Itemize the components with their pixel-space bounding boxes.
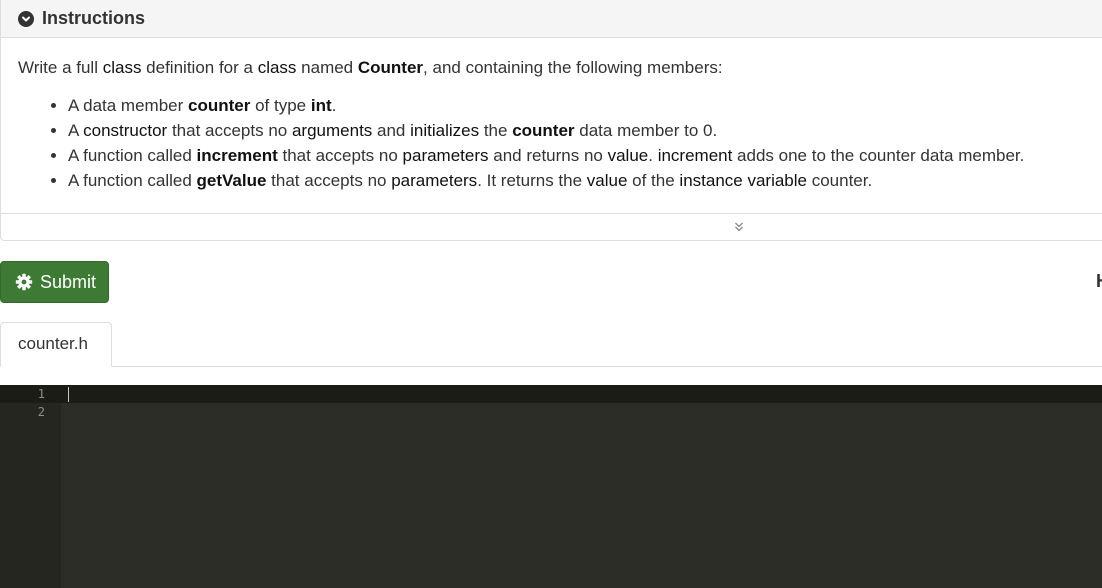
instructions-body: Write a full class definition for a clas… — [1, 38, 1102, 214]
keyword-link[interactable]: value — [587, 171, 628, 190]
item-text: data member to 0. — [574, 121, 718, 140]
keyword-link[interactable]: constructor — [83, 121, 167, 140]
item-text: and returns no — [488, 146, 608, 165]
item-text: that accepts no — [167, 121, 292, 140]
intro-text: Write a full — [18, 58, 103, 77]
list-item: A constructor that accepts no arguments … — [68, 118, 1092, 143]
gear-icon — [15, 273, 33, 291]
instructions-intro: Write a full class definition for a clas… — [18, 57, 1092, 79]
instructions-header[interactable]: Instructions — [1, 0, 1102, 38]
item-text: of the — [627, 171, 680, 190]
item-code: increment — [196, 146, 278, 165]
list-item: A function called getValue that accepts … — [68, 168, 1092, 193]
item-code: counter — [512, 121, 575, 140]
list-item: A function called increment that accepts… — [68, 143, 1092, 168]
item-text: A function called — [68, 146, 197, 165]
intro-text: definition for a — [141, 58, 258, 77]
keyword-link[interactable]: arguments — [292, 121, 372, 140]
keyword-link[interactable]: class — [103, 58, 142, 77]
item-text: A data member — [68, 96, 189, 115]
item-text: . — [648, 146, 658, 165]
submit-label: Submit — [40, 271, 97, 292]
keyword-link[interactable]: parameters — [403, 146, 489, 165]
keyword-link[interactable]: parameters — [391, 171, 477, 190]
members-list: A data member counter of type int. A con… — [18, 93, 1092, 193]
keyword-link[interactable]: class — [258, 58, 297, 77]
line-number: 1 — [37, 387, 45, 401]
instructions-panel: Instructions Write a full class definiti… — [0, 0, 1102, 241]
line-number-gutter: 1 2 — [0, 385, 61, 588]
item-text: adds one to the counter data member. — [732, 146, 1025, 165]
item-text: A function called — [68, 171, 197, 190]
item-text: . It returns the — [477, 171, 587, 190]
item-text: A — [68, 121, 84, 140]
item-code: getValue — [196, 171, 267, 190]
tab-counter-h[interactable]: counter.h — [0, 322, 112, 367]
code-input[interactable] — [61, 385, 1102, 588]
text-cursor — [68, 387, 69, 402]
truncated-heading: H — [1096, 271, 1102, 292]
item-text: of type — [250, 96, 311, 115]
item-code: counter — [188, 96, 251, 115]
line-number: 2 — [37, 405, 45, 419]
keyword-link[interactable]: increment — [658, 146, 733, 165]
item-text: that accepts no — [266, 171, 392, 190]
keyword-link[interactable]: initializes — [410, 121, 479, 140]
instructions-title: Instructions — [42, 8, 146, 28]
item-code: int — [310, 96, 332, 115]
class-name: Counter — [357, 58, 424, 77]
item-text: counter. — [807, 171, 873, 190]
item-text: and — [372, 121, 411, 140]
item-text: that accepts no — [277, 146, 403, 165]
keyword-link[interactable]: value — [608, 146, 649, 165]
submit-button[interactable]: Submit — [0, 261, 109, 303]
intro-text: named — [296, 58, 358, 77]
item-text: . — [331, 96, 337, 115]
expand-toggle[interactable] — [1, 214, 1102, 240]
intro-text: , and containing the following members: — [423, 58, 723, 77]
double-chevron-down-icon[interactable] — [732, 220, 746, 234]
list-item: A data member counter of type int. — [68, 93, 1092, 118]
item-text: the — [479, 121, 513, 140]
code-editor: 1 2 — [0, 385, 1102, 588]
file-tabs: counter.h — [0, 322, 1102, 367]
chevron-down-circle-icon[interactable] — [18, 10, 34, 27]
keyword-link[interactable]: instance variable — [679, 171, 807, 190]
